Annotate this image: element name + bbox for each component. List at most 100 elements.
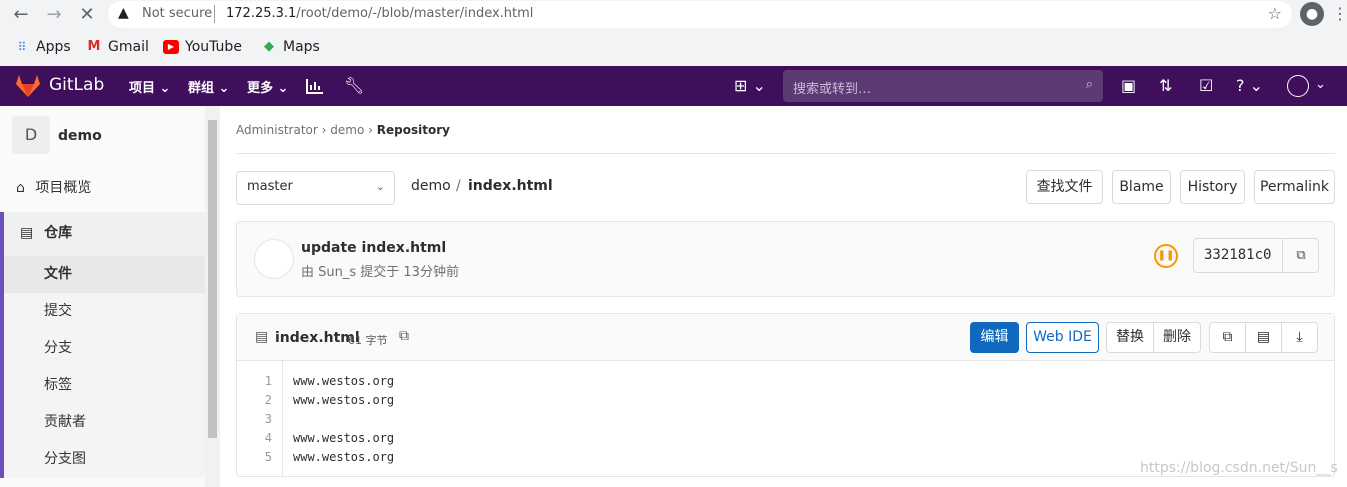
apps-grid-icon: ⠿ xyxy=(17,40,27,54)
sidebar-item-repository[interactable]: ▤ 仓库 xyxy=(0,212,205,256)
chevron-down-icon: ⌄ xyxy=(375,180,385,193)
nav-label: 项目 xyxy=(129,81,156,96)
gitlab-logo-text[interactable]: GitLab xyxy=(49,75,104,95)
copy-path-icon[interactable]: ⧉ xyxy=(399,328,409,344)
file-icon: ▤ xyxy=(255,329,269,345)
nav-label: 更多 xyxy=(247,81,274,96)
nav-projects[interactable]: 项目 ⌄ xyxy=(129,77,170,96)
line-number[interactable]: 4 xyxy=(265,431,272,445)
bookmark-youtube[interactable]: ▶ YouTube xyxy=(163,38,242,56)
breadcrumb-item[interactable]: Administrator xyxy=(236,123,318,137)
breadcrumb: Administrator › demo › Repository xyxy=(236,123,450,137)
chevron-down-icon[interactable]: ⌄ xyxy=(1315,77,1326,92)
commit-author-avatar[interactable] xyxy=(254,239,294,279)
find-file-button[interactable]: 查找文件 xyxy=(1026,170,1103,204)
sidebar-subitem-graph[interactable]: 分支图 xyxy=(0,441,205,478)
bookmark-maps[interactable]: ◆ Maps xyxy=(261,38,320,56)
admin-wrench-icon[interactable]: 🔧︎ xyxy=(344,76,364,95)
back-icon[interactable]: ← xyxy=(10,4,32,26)
breadcrumb-current[interactable]: Repository xyxy=(377,123,450,137)
nav-more[interactable]: 更多 ⌄ xyxy=(247,77,288,96)
bookmark-label: Apps xyxy=(36,39,71,55)
issues-icon[interactable]: ▣ xyxy=(1121,76,1136,95)
line-number[interactable]: 3 xyxy=(265,412,272,426)
copy-contents-icon[interactable]: ⧉ xyxy=(1209,322,1246,353)
sidebar-item-overview[interactable]: ⌂ 项目概览 xyxy=(0,174,205,202)
watermark: https://blog.csdn.net/Sun__s xyxy=(1140,460,1338,476)
chevron-right-icon: › xyxy=(321,123,331,137)
url-host: 172.25.3.1 xyxy=(226,6,297,21)
commit-title[interactable]: update index.html xyxy=(301,240,446,256)
delete-button[interactable]: 删除 xyxy=(1153,322,1201,353)
search-placeholder: 搜索或转到… xyxy=(793,82,872,97)
chevron-down-icon: ⌄ xyxy=(218,81,230,96)
branch-select[interactable]: master ⌄ xyxy=(236,171,395,205)
line-number[interactable]: 2 xyxy=(265,393,272,407)
user-avatar-icon[interactable] xyxy=(1287,75,1309,97)
project-name[interactable]: demo xyxy=(58,128,102,144)
last-commit-panel: update index.html 由 Sun_s 提交于 13分钟前 ❚❚ 3… xyxy=(236,221,1335,297)
file-viewer: ▤ index.html 61 字节 ⧉ 编辑 Web IDE 替换 删除 ⧉ … xyxy=(236,313,1335,477)
sidebar-item-label: 仓库 xyxy=(44,225,73,241)
warning-icon: ▲ xyxy=(118,5,129,21)
maps-icon: ◆ xyxy=(264,39,274,54)
activity-chart-icon[interactable] xyxy=(306,78,324,94)
gitlab-logo-icon[interactable] xyxy=(15,74,41,98)
bookmark-gmail[interactable]: M Gmail xyxy=(86,38,149,56)
address-bar[interactable]: ▲ Not secure 172.25.3.1/root/demo/-/blob… xyxy=(108,1,1292,28)
bookmark-apps[interactable]: ⠿ Apps xyxy=(14,38,71,56)
chevron-right-icon: › xyxy=(368,123,377,137)
file-name: index.html xyxy=(275,330,360,346)
chevron-down-icon: ⌄ xyxy=(159,81,171,96)
history-button[interactable]: History xyxy=(1180,170,1245,204)
path-separator: / xyxy=(456,178,461,194)
bookmark-star-icon[interactable]: ☆ xyxy=(1268,4,1282,23)
copy-icon[interactable]: ⧉ xyxy=(1282,239,1319,272)
search-box[interactable]: 搜索或转到… ⌕ xyxy=(783,70,1103,102)
browser-chrome: ← → ✕ ▲ Not secure 172.25.3.1/root/demo/… xyxy=(0,0,1347,66)
divider xyxy=(236,153,1335,154)
browser-menu-icon[interactable]: ⋮ xyxy=(1332,4,1347,23)
code-line: www.westos.org xyxy=(293,393,395,407)
line-number[interactable]: 1 xyxy=(265,374,272,388)
youtube-icon: ▶ xyxy=(163,40,179,54)
breadcrumb-item[interactable]: demo xyxy=(330,123,364,137)
sidebar-subitem-branches[interactable]: 分支 xyxy=(0,330,205,367)
edit-button[interactable]: 编辑 xyxy=(970,322,1019,353)
profile-avatar-icon[interactable]: ● xyxy=(1300,2,1324,26)
url-text: 172.25.3.1/root/demo/-/blob/master/index… xyxy=(226,6,533,21)
sidebar-subitem-commits[interactable]: 提交 xyxy=(0,293,205,330)
sidebar-subitem-files[interactable]: 文件 xyxy=(0,256,205,293)
url-path: /root/demo/-/blob/master/index.html xyxy=(296,6,534,21)
download-icon[interactable]: ⤓ xyxy=(1281,322,1318,353)
path-root-link[interactable]: demo xyxy=(411,178,451,194)
replace-button[interactable]: 替换 xyxy=(1106,322,1154,353)
permalink-button[interactable]: Permalink xyxy=(1254,170,1335,204)
new-item-plus-icon[interactable]: ⊞ ⌄ xyxy=(734,76,766,95)
sidebar-scrollbar[interactable] xyxy=(205,106,220,487)
blame-button[interactable]: Blame xyxy=(1112,170,1171,204)
stop-loading-icon[interactable]: ✕ xyxy=(76,4,98,26)
help-icon[interactable]: ? ⌄ xyxy=(1236,76,1263,95)
chevron-down-icon: ⌄ xyxy=(277,81,289,96)
line-number[interactable]: 5 xyxy=(265,450,272,464)
sidebar-item-label: 项目概览 xyxy=(35,180,92,196)
project-avatar[interactable]: D xyxy=(12,116,50,154)
todos-icon[interactable]: ☑ xyxy=(1199,76,1213,95)
web-ide-button[interactable]: Web IDE xyxy=(1026,322,1099,353)
file-header: ▤ index.html 61 字节 ⧉ 编辑 Web IDE 替换 删除 ⧉ … xyxy=(237,314,1334,361)
commit-sha[interactable]: 332181c0 xyxy=(1204,247,1271,263)
scrollbar-thumb[interactable] xyxy=(208,120,217,438)
nav-groups[interactable]: 群组 ⌄ xyxy=(188,77,229,96)
forward-icon[interactable]: → xyxy=(43,4,65,26)
branch-name: master xyxy=(247,179,293,194)
raw-file-icon[interactable]: ▤ xyxy=(1245,322,1282,353)
home-icon: ⌂ xyxy=(16,180,25,196)
bookmark-label: YouTube xyxy=(185,39,242,55)
merge-requests-icon[interactable]: ⇅ xyxy=(1159,76,1172,95)
sidebar-subitem-tags[interactable]: 标签 xyxy=(0,367,205,404)
bookmark-label: Maps xyxy=(283,39,320,55)
nav-label: 群组 xyxy=(188,81,215,96)
pipeline-paused-icon[interactable]: ❚❚ xyxy=(1154,244,1178,268)
sidebar-subitem-contributors[interactable]: 贡献者 xyxy=(0,404,205,441)
